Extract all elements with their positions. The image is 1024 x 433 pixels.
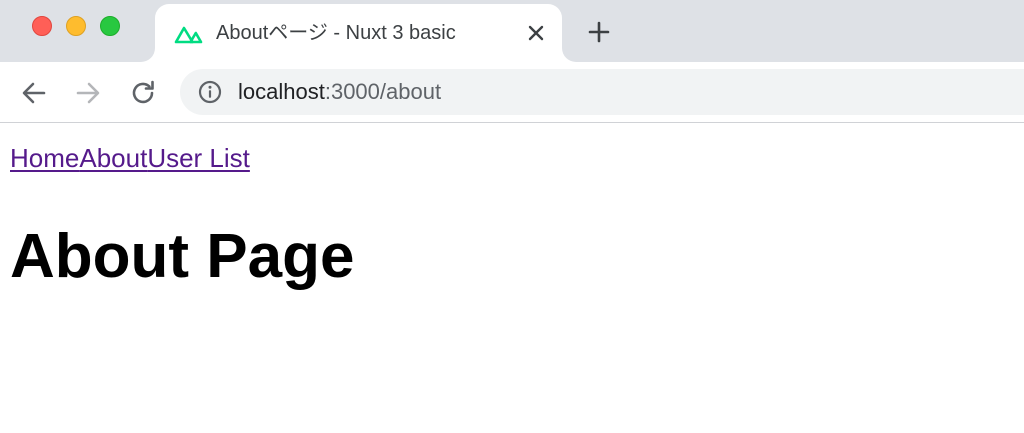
url-host: localhost	[238, 79, 325, 104]
page-content: HomeAboutUser List About Page	[0, 123, 1024, 433]
url-text[interactable]: localhost:3000/about	[238, 79, 441, 105]
arrow-left-icon[interactable]	[18, 77, 50, 109]
site-nav: HomeAboutUser List	[10, 143, 250, 173]
reload-icon[interactable]	[127, 77, 159, 109]
tab-strip: Aboutページ - Nuxt 3 basic	[0, 0, 1024, 62]
tab-title: Aboutページ - Nuxt 3 basic	[216, 22, 456, 44]
plus-icon[interactable]	[584, 17, 614, 47]
browser-window: Aboutページ - Nuxt 3 basic localhost:3000/a…	[0, 0, 1024, 433]
page-title: About Page	[10, 222, 355, 291]
url-path: :3000/about	[324, 79, 442, 104]
nav-link-home[interactable]: Home	[10, 143, 79, 173]
nav-link-user-list[interactable]: User List	[147, 143, 250, 173]
arrow-right-icon[interactable]	[72, 77, 104, 109]
window-close-button[interactable]	[32, 16, 52, 36]
browser-tab-active[interactable]: Aboutページ - Nuxt 3 basic	[155, 4, 562, 62]
window-maximize-button[interactable]	[100, 16, 120, 36]
info-icon[interactable]	[198, 80, 222, 104]
nav-link-about[interactable]: About	[79, 143, 147, 173]
browser-toolbar: localhost:3000/about	[0, 62, 1024, 123]
nuxt-logo-icon	[174, 26, 203, 44]
window-minimize-button[interactable]	[66, 16, 86, 36]
close-icon[interactable]	[524, 21, 548, 45]
address-bar[interactable]: localhost:3000/about	[180, 69, 1024, 115]
